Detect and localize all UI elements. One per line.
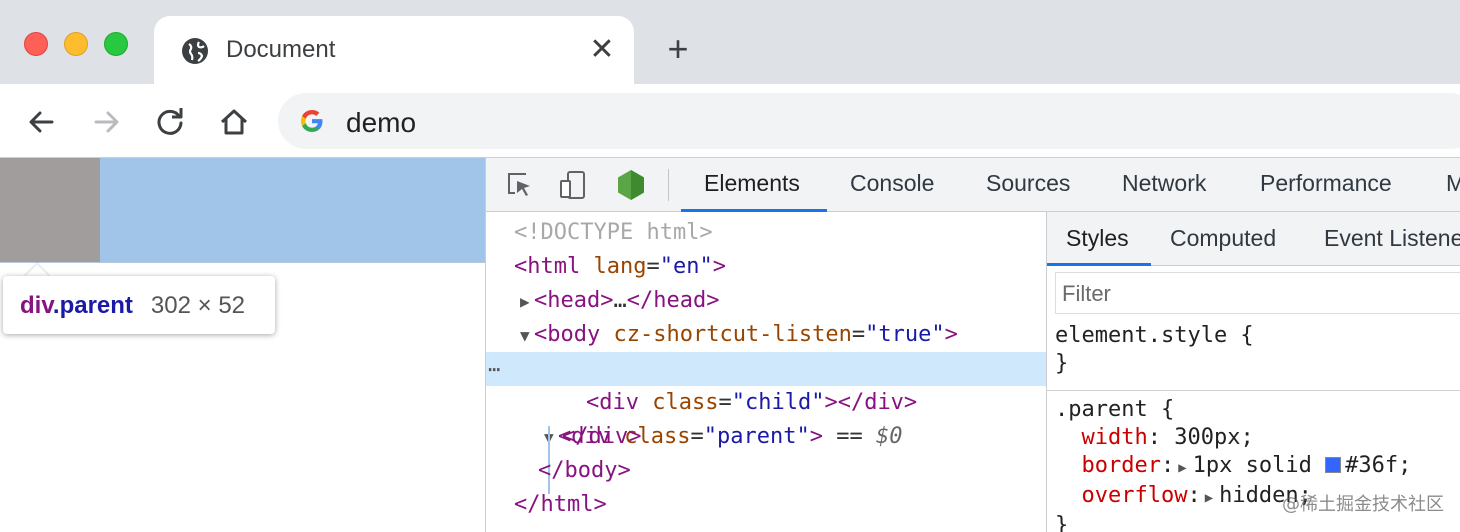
element-style-rule[interactable]: element.style { } xyxy=(1055,322,1254,378)
page-viewport: div.parent 302 × 52 xyxy=(0,158,485,532)
tab-console[interactable]: Console xyxy=(850,170,934,197)
css-value-width[interactable]: 300px; xyxy=(1174,425,1253,450)
tab-memory-truncated[interactable]: M xyxy=(1446,170,1460,197)
css-prop-overflow[interactable]: overflow xyxy=(1082,483,1188,508)
device-toolbar-icon[interactable] xyxy=(556,168,590,202)
tab-styles[interactable]: Styles xyxy=(1066,225,1129,252)
node-menu-icon[interactable]: ⋯ xyxy=(488,352,501,386)
styles-tabbar: Styles Computed Event Listene xyxy=(1047,212,1460,266)
collapse-triangle-icon[interactable]: ▼ xyxy=(520,319,534,353)
collapse-triangle-icon[interactable]: ▼ xyxy=(544,421,558,455)
new-tab-button[interactable]: + xyxy=(660,31,696,68)
tab-elements[interactable]: Elements xyxy=(704,170,800,197)
css-value-color[interactable]: #36f; xyxy=(1345,453,1411,478)
tooltip-dimensions: 302 × 52 xyxy=(150,292,246,319)
dom-node-div-parent-selected[interactable]: ⋯ ▼<div class="parent"> == $0 xyxy=(486,352,1046,449)
browser-titlebar: Document ✕ + xyxy=(0,0,1460,86)
vue-devtools-icon[interactable] xyxy=(614,168,648,202)
tab-event-listeners[interactable]: Event Listene xyxy=(1324,225,1460,252)
expand-shorthand-icon[interactable]: ▶ xyxy=(1205,484,1213,512)
dom-node-html[interactable]: <html lang="en"> xyxy=(514,250,726,284)
dom-node-body[interactable]: ▼ <body cz-shortcut-listen="true"> xyxy=(520,318,958,352)
tab-performance[interactable]: Performance xyxy=(1260,170,1392,197)
globe-icon xyxy=(182,38,208,64)
minimize-window-button[interactable] xyxy=(64,32,88,56)
dom-node-div-child[interactable]: <div class="child"></div> xyxy=(586,386,917,420)
back-arrow-icon[interactable] xyxy=(22,102,62,142)
zoom-window-button[interactable] xyxy=(104,32,128,56)
color-swatch[interactable] xyxy=(1325,457,1342,473)
elements-dom-tree: <!DOCTYPE html> <html lang="en"> ▶ <head>… xyxy=(486,212,1046,532)
devtools-tabbar: Elements Console Sources Network Perform… xyxy=(486,158,1460,212)
dom-node-head[interactable]: ▶ <head>…</head> xyxy=(520,284,719,318)
toolbar-divider xyxy=(668,169,669,201)
forward-arrow-icon[interactable] xyxy=(86,102,126,142)
expand-triangle-icon[interactable]: ▶ xyxy=(520,285,534,319)
tooltip-tag: div xyxy=(20,292,53,319)
dom-node-doctype[interactable]: <!DOCTYPE html> xyxy=(514,216,713,250)
watermark: @稀土掘金技术社区 xyxy=(1282,494,1444,515)
google-logo-icon xyxy=(301,110,323,132)
styles-filter-input[interactable] xyxy=(1062,281,1452,307)
tab-sources[interactable]: Sources xyxy=(986,170,1070,197)
dom-node-body-close[interactable]: </body> xyxy=(538,454,631,488)
active-subtab-indicator xyxy=(1047,263,1151,266)
tab-title: Document xyxy=(226,36,336,63)
css-prop-width[interactable]: width xyxy=(1082,425,1148,450)
styles-filter-box xyxy=(1055,272,1460,314)
close-tab-icon[interactable]: ✕ xyxy=(588,35,616,65)
dom-node-html-close[interactable]: </html> xyxy=(514,488,607,522)
tab-computed[interactable]: Computed xyxy=(1170,225,1276,252)
browser-toolbar: demo xyxy=(0,84,1460,158)
inspect-element-icon[interactable] xyxy=(502,168,536,202)
reload-icon[interactable] xyxy=(150,102,190,142)
dom-node-div-close[interactable]: </div> xyxy=(562,420,641,454)
url-text: demo xyxy=(346,107,417,138)
close-window-button[interactable] xyxy=(24,32,48,56)
devtools-panel: Elements Console Sources Network Perform… xyxy=(485,158,1460,532)
address-bar[interactable]: demo xyxy=(278,93,1460,149)
element-inspect-tooltip: div.parent 302 × 52 xyxy=(3,276,275,334)
tooltip-class: .parent xyxy=(52,292,133,319)
highlight-edge xyxy=(0,262,485,263)
tab-network[interactable]: Network xyxy=(1122,170,1206,197)
browser-tab[interactable]: Document ✕ xyxy=(154,16,634,86)
styles-sidebar: Styles Computed Event Listene element.st… xyxy=(1046,212,1460,532)
home-icon[interactable] xyxy=(214,102,254,142)
rule-divider xyxy=(1047,390,1460,391)
expand-shorthand-icon[interactable]: ▶ xyxy=(1178,454,1186,482)
css-value-border[interactable]: 1px solid xyxy=(1193,453,1325,478)
margin-highlight xyxy=(0,158,100,262)
css-prop-border[interactable]: border xyxy=(1082,453,1161,478)
